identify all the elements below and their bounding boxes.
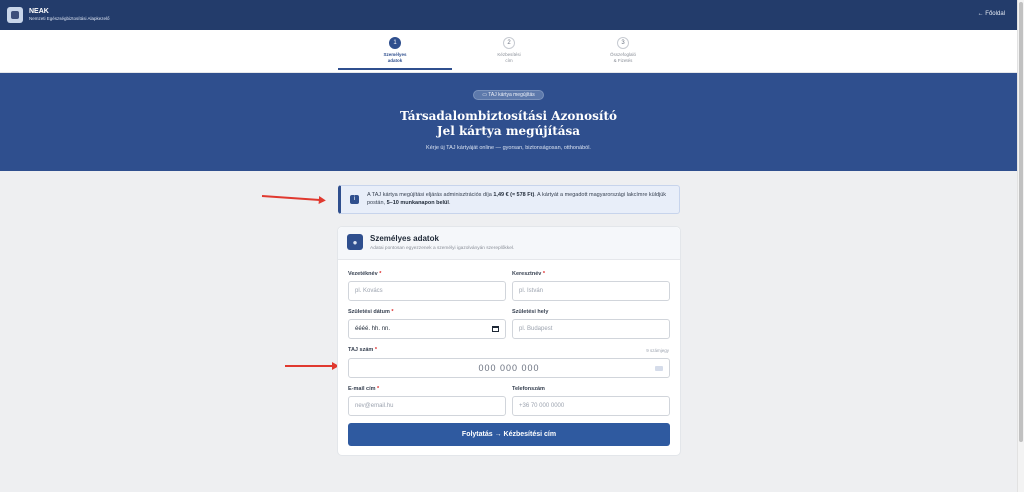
hero-badge: ▭ TAJ kártya megújítás [473,90,544,100]
top-bar: NEAK Nemzeti Egészségbiztosítási Alapkez… [0,0,1017,30]
taj-hint: 9 számjegy [646,348,669,353]
progress-steps: 1 Személyes adatok 2 Kézbesítési cím 3 Ö… [0,30,1017,73]
brand-subtitle: Nemzeti Egészségbiztosítási Alapkezelő [29,16,110,22]
card-icon [655,366,663,371]
hero-badge-label: TAJ kártya megújítás [488,92,535,98]
annotation-arrow [261,195,320,202]
email-placeholder: nev@email.hu [355,403,394,409]
email-input[interactable]: nev@email.hu [348,396,506,416]
info-deadline: 5–10 munkanapon belül [386,200,449,206]
step-summary-payment: 3 Összefoglaló & Fizetés [566,37,680,63]
last-name-placeholder: pl. Kovács [355,288,383,294]
first-name-placeholder: pl. István [519,288,544,294]
step-number: 3 [617,37,629,49]
logo-icon [11,11,19,19]
step-number: 2 [503,37,515,49]
last-name-input[interactable]: pl. Kovács [348,281,506,301]
home-link[interactable]: ← Főoldal [978,11,1005,17]
taj-placeholder: 000 000 000 [478,363,540,373]
page-title-line2: Jel kártya megújítása [436,124,581,138]
step-personal-data: 1 Személyes adatok [338,37,452,70]
taj-label: TAJ szám * [348,347,377,353]
first-name-label: Keresztnév * [512,271,546,277]
hero-banner: ▭ TAJ kártya megújítás Társadalombiztosí… [0,73,1017,171]
page-title-line1: Társadalombiztosítási Azonosító [400,109,617,123]
scrollbar-thumb[interactable] [1019,2,1023,442]
card-subtitle: Adatai pontosan egyezzenek a személyi ig… [370,246,515,251]
info-fee: 1,49 € (≈ 578 Ft) [493,192,535,198]
phone-placeholder: +36 70 000 0000 [519,403,565,409]
first-name-input[interactable]: pl. István [512,281,670,301]
info-text-3: . [448,200,451,206]
info-notice: i A TAJ kártya megújítási eljárás admini… [338,185,680,214]
phone-input[interactable]: +36 70 000 0000 [512,396,670,416]
scrollbar[interactable] [1017,0,1024,492]
info-icon: i [350,195,359,204]
brand: NEAK Nemzeti Egészségbiztosítási Alapkez… [29,8,110,22]
step-delivery-address: 2 Kézbesítési cím [452,37,566,63]
email-label: E-mail cím * [348,386,380,392]
last-name-label: Vezetéknév * [348,271,382,277]
step-label: Személyes adatok [383,52,407,63]
step-number: 1 [389,37,401,49]
card-header: ● Személyes adatok Adatai pontosan egyez… [338,227,680,260]
personal-data-card: ● Személyes adatok Adatai pontosan egyez… [337,226,681,456]
taj-input[interactable]: 000 000 000 [348,358,670,378]
birth-place-placeholder: pl. Budapest [519,326,553,332]
step-label: Összefoglaló & Fizetés [609,52,636,63]
birth-place-label: Születési hely [512,309,549,315]
annotation-arrow [285,362,339,370]
person-icon: ● [347,234,363,250]
neak-logo[interactable] [7,7,23,23]
step-label: Kézbesítési cím [497,52,521,63]
birth-date-label: Születési dátum * [348,309,394,315]
birth-date-value: éééé. hh. nn. [355,326,391,332]
birth-place-input[interactable]: pl. Budapest [512,319,670,339]
page-title: Társadalombiztosítási Azonosító Jel kárt… [0,109,1017,139]
brand-name: NEAK [29,8,49,16]
continue-button[interactable]: Folytatás → Kézbesítési cím [348,423,670,446]
info-text-1: A TAJ kártya megújítási eljárás adminisz… [367,192,494,198]
calendar-icon[interactable] [492,326,499,332]
birth-date-input[interactable]: éééé. hh. nn. [348,319,506,339]
hero-subtitle: Kérje új TAJ kártyáját online — gyorsan,… [426,145,591,151]
card-title: Személyes adatok [370,234,439,243]
phone-label: Telefonszám [512,386,545,392]
